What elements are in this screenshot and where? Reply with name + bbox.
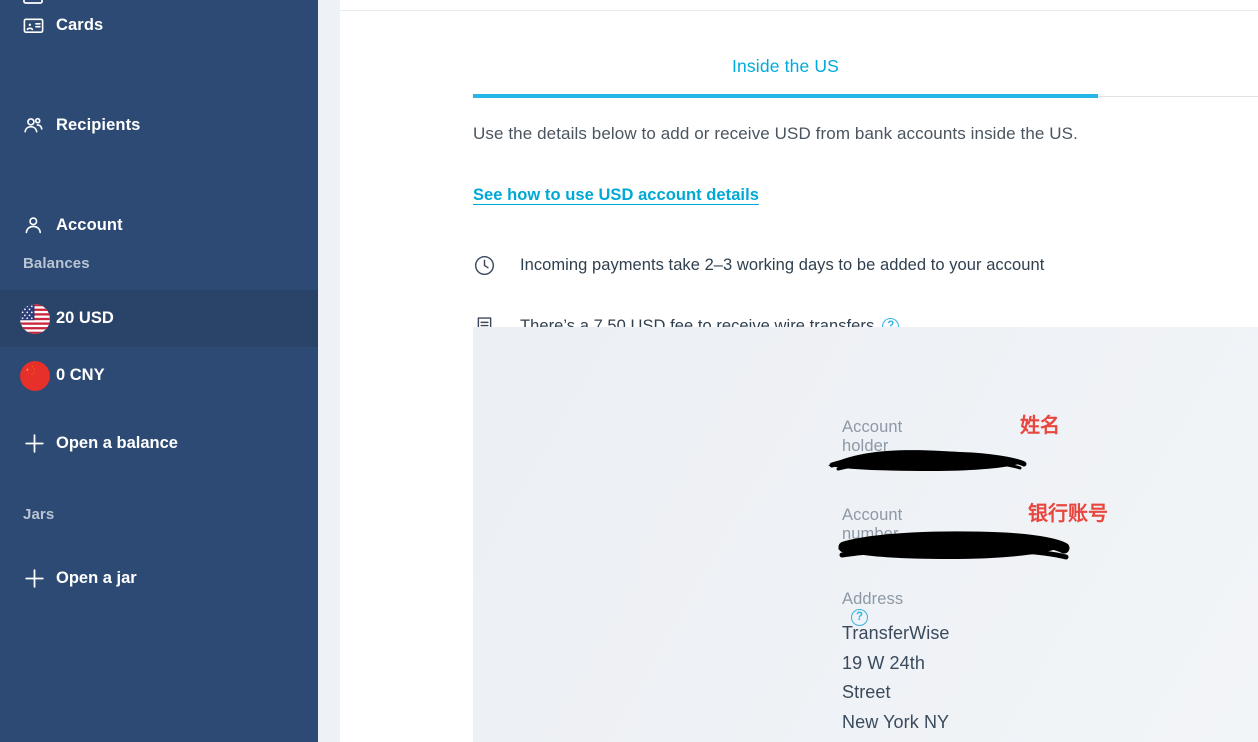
tab-bar: Inside the US — [340, 56, 1258, 98]
redaction-account-holder — [828, 450, 1027, 471]
info-row-processing-time: Incoming payments take 2–3 working days … — [473, 254, 1044, 277]
tab-inside-the-us[interactable]: Inside the US — [473, 56, 1098, 77]
plus-icon — [22, 431, 56, 456]
intro-text: Use the details below to add or receive … — [473, 124, 1078, 143]
sidebar-item-label: Recipients — [56, 115, 141, 134]
sidebar-balance-cny[interactable]: 0 CNY — [0, 347, 318, 404]
app-root: Cards Recipients Account Balances 20 USD… — [0, 0, 1258, 742]
layout-gutter — [318, 0, 340, 742]
address-line: New York NY 10010 — [842, 711, 949, 742]
address-lines: TransferWise 19 W 24th Street New York N… — [842, 619, 950, 742]
redaction-account-number — [838, 531, 1070, 560]
tab-bar-divider — [1098, 95, 1258, 97]
sidebar-open-jar-label: Open a jar — [56, 568, 137, 587]
plus-icon — [22, 566, 56, 591]
address-line: 19 W 24th Street — [842, 652, 925, 703]
field-label: Address — [842, 590, 904, 608]
sidebar-balance-usd[interactable]: 20 USD — [0, 290, 318, 347]
main-content: Inside the US Use the details below to a… — [340, 0, 1258, 742]
sidebar-item-recipients[interactable]: Recipients — [0, 100, 318, 150]
sidebar-item-cards[interactable]: Cards — [0, 0, 318, 50]
person-icon — [22, 214, 56, 237]
sidebar-item-account[interactable]: Account — [0, 200, 318, 250]
sidebar-open-jar-button[interactable]: Open a jar — [0, 553, 318, 603]
sidebar-open-balance-button[interactable]: Open a balance — [0, 418, 318, 468]
sidebar-balance-label: 20 USD — [56, 309, 114, 327]
sidebar-item-label: Account — [56, 215, 123, 234]
sidebar-section-balances: Balances — [23, 255, 90, 272]
sidebar-section-jars: Jars — [23, 506, 55, 523]
people-icon — [22, 114, 56, 137]
clock-icon — [473, 254, 520, 277]
us-flag-icon — [20, 303, 56, 334]
cn-flag-icon — [20, 360, 56, 391]
sidebar-item-label: Cards — [56, 15, 104, 34]
sidebar-open-balance-label: Open a balance — [56, 433, 178, 452]
sidebar-balance-label: 0 CNY — [56, 366, 105, 384]
info-row-text: Incoming payments take 2–3 working days … — [520, 256, 1045, 274]
card-icon — [22, 14, 56, 37]
sidebar: Cards Recipients Account Balances 20 USD… — [0, 0, 318, 742]
top-divider — [340, 10, 1258, 11]
tab-active-underline — [473, 94, 1098, 98]
address-line: TransferWise — [842, 623, 950, 643]
account-details-card: Account holder 姓名 Account number 银行账号 Ad… — [473, 327, 1258, 742]
how-to-use-link[interactable]: See how to use USD account details — [473, 186, 759, 205]
